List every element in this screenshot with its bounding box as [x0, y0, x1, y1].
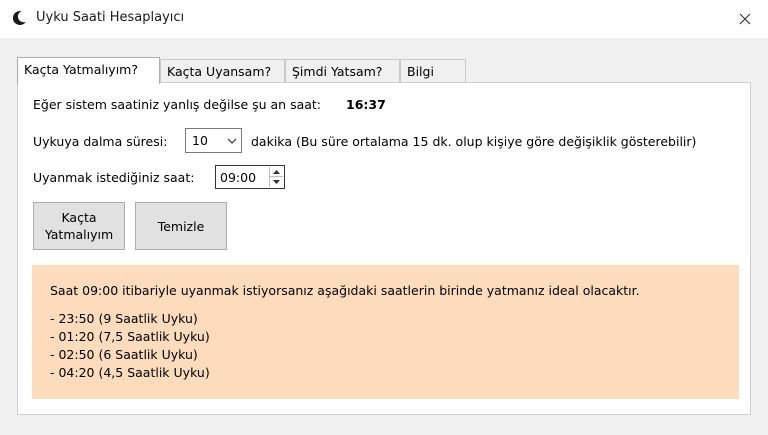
window-title: Uyku Saati Hesaplayıcı — [36, 10, 185, 25]
tab-label: Kaçta Uyansam? — [167, 64, 272, 79]
spin-up-icon[interactable] — [270, 167, 283, 177]
tab-simdi-yatsam[interactable]: Şimdi Yatsam? — [285, 59, 400, 83]
result-item: - 02:50 (6 Saatlik Uyku) — [50, 347, 198, 362]
result-intro: Saat 09:00 itibariyle uyanmak istiyorsan… — [50, 283, 640, 298]
current-time-label: Eğer sistem saatiniz yanlış değilse şu a… — [33, 97, 322, 112]
tab-label: Şimdi Yatsam? — [292, 64, 383, 79]
tab-label: Kaçta Yatmalıyım? — [24, 62, 138, 77]
wake-time-value: 09:00 — [220, 170, 257, 185]
tab-kacta-yatmaliyim[interactable]: Kaçta Yatmalıyım? — [17, 57, 160, 84]
result-item: - 04:20 (4,5 Saatlik Uyku) — [50, 365, 210, 380]
current-time-value: 16:37 — [346, 97, 386, 112]
clear-button[interactable]: Temizle — [135, 202, 227, 250]
result-box: Saat 09:00 itibariyle uyanmak istiyorsan… — [32, 265, 739, 399]
chevron-down-icon — [227, 138, 237, 144]
sleep-latency-note: dakika (Bu süre ortalama 15 dk. olup kiş… — [251, 134, 697, 149]
wake-time-input[interactable]: 09:00 — [215, 165, 285, 189]
sleep-latency-select[interactable]: 10 — [185, 128, 242, 153]
sleep-latency-label: Uykuya dalma süresi: — [33, 134, 168, 149]
result-item: - 01:20 (7,5 Saatlik Uyku) — [50, 329, 210, 344]
tab-bilgi[interactable]: Bilgi — [400, 59, 466, 83]
calculate-button[interactable]: Kaçta Yatmalıyım — [33, 202, 125, 250]
close-icon — [739, 13, 751, 25]
sleep-latency-value: 10 — [192, 133, 208, 148]
wake-time-label: Uyanmak istediğiniz saat: — [33, 170, 195, 185]
tab-label: Bilgi — [407, 64, 434, 79]
spin-down-icon[interactable] — [270, 177, 283, 187]
moon-icon — [12, 11, 26, 26]
close-button[interactable] — [722, 0, 768, 38]
tab-kacta-uyansam[interactable]: Kaçta Uyansam? — [160, 59, 285, 83]
title-bar: Uyku Saati Hesaplayıcı — [0, 0, 768, 38]
time-spinner[interactable] — [269, 167, 283, 187]
result-item: - 23:50 (9 Saatlik Uyku) — [50, 311, 198, 326]
